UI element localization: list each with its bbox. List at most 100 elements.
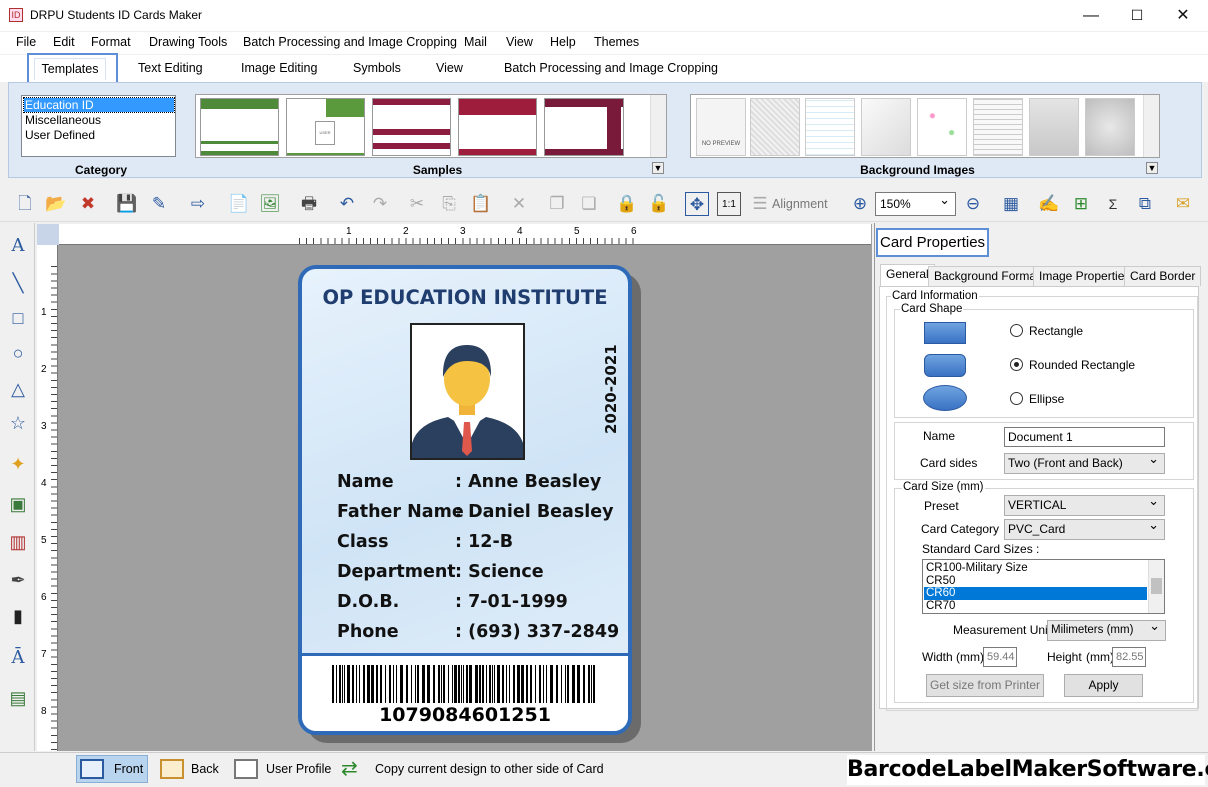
bg-thumb-no-preview[interactable]: NO PREVIEW — [696, 98, 746, 156]
cut-icon[interactable]: ✂ — [405, 192, 429, 216]
field-label-dob[interactable]: D.O.B. — [337, 592, 399, 612]
undo-icon[interactable]: ↶ — [335, 192, 359, 216]
background-scrollbar[interactable] — [1143, 95, 1159, 157]
paste-icon[interactable]: 📋 — [469, 192, 493, 216]
bring-front-icon[interactable]: ❐ — [545, 192, 569, 216]
image-icon[interactable]: 🖼 — [258, 192, 282, 216]
academic-year[interactable]: 2020-2021 — [602, 324, 620, 434]
watermark-tool-icon[interactable]: Ā — [5, 645, 31, 671]
name-input[interactable]: Document 1 — [1004, 427, 1165, 447]
rectangle-tool-icon[interactable]: □ — [5, 305, 31, 331]
close-document-icon[interactable]: ✖ — [76, 192, 100, 216]
unlock-icon[interactable]: 🔓 — [647, 192, 671, 216]
preset-select[interactable]: VERTICAL — [1004, 492, 1165, 516]
signature-tool-icon[interactable]: ✒ — [5, 567, 31, 593]
sample-template-4[interactable] — [458, 98, 537, 156]
rounded-rectangle-radio[interactable] — [1010, 358, 1023, 371]
menu-file[interactable]: File — [16, 35, 36, 49]
samples-scrollbar[interactable] — [650, 95, 666, 157]
bg-thumb-6[interactable] — [973, 98, 1023, 156]
card-sides-select[interactable]: Two (Front and Back) — [1004, 450, 1165, 474]
tab-batch-processing[interactable]: Batch Processing and Image Cropping — [504, 61, 718, 75]
field-label-name[interactable]: Name — [337, 472, 394, 492]
delete-icon[interactable]: ✕ — [507, 192, 531, 216]
sample-template-3[interactable] — [372, 98, 451, 156]
sample-template-2[interactable]: USER PHOTO — [286, 98, 365, 156]
barcode-number[interactable]: 1079084601251 — [302, 704, 628, 726]
send-back-icon[interactable]: ❏ — [577, 192, 601, 216]
menu-batch-processing[interactable]: Batch Processing and Image Cropping — [243, 35, 457, 49]
actual-size-icon[interactable]: 1:1 — [717, 192, 741, 216]
field-value-name[interactable]: : Anne Beasley — [455, 472, 601, 492]
sample-template-1[interactable] — [200, 98, 279, 156]
ellipse-radio[interactable] — [1010, 392, 1023, 405]
maximize-button[interactable]: ☐ — [1114, 0, 1160, 31]
grid-icon[interactable]: ▦ — [999, 192, 1023, 216]
size-item-cr60[interactable]: CR60 — [924, 587, 1147, 600]
menu-mail[interactable]: Mail — [464, 35, 487, 49]
zoom-select[interactable]: 150% — [875, 189, 956, 216]
export-icon[interactable]: ⇨ — [186, 192, 210, 216]
field-value-department[interactable]: : Science — [455, 562, 544, 582]
rounded-rectangle-radio-label[interactable]: Rounded Rectangle — [1029, 358, 1135, 372]
bg-thumb-5[interactable] — [917, 98, 967, 156]
height-input[interactable]: 82.55 — [1112, 647, 1146, 667]
fit-to-window-icon[interactable]: ✥ — [685, 192, 709, 216]
category-item-education-id[interactable]: Education ID — [23, 97, 175, 113]
excel-icon[interactable]: ⊞ — [1069, 192, 1093, 216]
id-card[interactable]: OP EDUCATION INSTITUTE 2020-2021 Name : … — [298, 265, 632, 735]
field-value-phone[interactable]: : (693) 337-2849 — [455, 622, 619, 642]
front-label[interactable]: Front — [114, 755, 143, 783]
print-icon[interactable]: 🖶 — [297, 192, 321, 216]
lock-icon[interactable]: 🔒 — [615, 192, 639, 216]
barcode-image[interactable] — [332, 665, 600, 703]
card-category-select[interactable]: PVC_Card — [1004, 516, 1165, 540]
triangle-tool-icon[interactable]: △ — [5, 376, 31, 402]
minimize-button[interactable]: — — [1068, 0, 1114, 31]
width-input[interactable]: 59.44 — [983, 647, 1017, 667]
rectangle-radio-label[interactable]: Rectangle — [1029, 324, 1083, 338]
shapes-tool-icon[interactable]: ✦ — [5, 451, 31, 477]
batch-icon[interactable]: ✍ — [1037, 192, 1061, 216]
picture-tool-icon[interactable]: ▣ — [5, 491, 31, 517]
alignment-dropdown[interactable]: Alignment — [772, 197, 828, 211]
tab-background-format[interactable]: Background Format — [928, 266, 1046, 286]
field-value-father-name[interactable]: : Daniel Beasley — [455, 502, 614, 522]
sample-template-5[interactable] — [544, 98, 624, 156]
field-value-class[interactable]: : 12-B — [455, 532, 513, 552]
bg-thumb-7[interactable] — [1029, 98, 1079, 156]
save-as-icon[interactable]: ✎ — [147, 192, 171, 216]
field-label-class[interactable]: Class — [337, 532, 388, 552]
bg-thumb-2[interactable] — [750, 98, 800, 156]
line-tool-icon[interactable]: ╲ — [5, 270, 31, 296]
rectangle-radio[interactable] — [1010, 324, 1023, 337]
field-label-department[interactable]: Department — [337, 562, 456, 582]
sizes-scrollbar[interactable] — [1148, 560, 1164, 613]
barcode-tool-icon[interactable]: ▮ — [5, 603, 31, 629]
field-label-father-name[interactable]: Father Name — [337, 502, 464, 522]
size-item-cr70[interactable]: CR70 — [926, 600, 955, 612]
bg-thumb-4[interactable] — [861, 98, 911, 156]
tab-templates[interactable]: Templates — [34, 58, 106, 80]
field-value-dob[interactable]: : 7-01-1999 — [455, 592, 568, 612]
tab-card-border[interactable]: Card Border — [1124, 266, 1202, 286]
category-item-miscellaneous[interactable]: Miscellaneous — [24, 113, 174, 127]
menu-help[interactable]: Help — [550, 35, 576, 49]
size-item-cr50[interactable]: CR50 — [926, 575, 955, 587]
alignment-icon[interactable]: ☰ — [748, 192, 772, 216]
copy-icon[interactable]: ⎘ — [437, 192, 461, 216]
properties-icon[interactable]: 📄 — [227, 192, 251, 216]
standard-sizes-list[interactable]: CR100-Military Size CR50 CR60 CR70 — [922, 559, 1165, 614]
get-size-from-printer-button[interactable]: Get size from Printer — [926, 674, 1044, 697]
tab-view[interactable]: View — [436, 61, 463, 75]
open-icon[interactable]: 📂 — [44, 192, 68, 216]
ellipse-radio-label[interactable]: Ellipse — [1029, 392, 1064, 406]
tab-image-editing[interactable]: Image Editing — [241, 61, 317, 75]
bg-thumb-8[interactable] — [1085, 98, 1135, 156]
menu-format[interactable]: Format — [91, 35, 131, 49]
text-tool-icon[interactable]: A — [5, 233, 31, 259]
tab-text-editing[interactable]: Text Editing — [138, 61, 203, 75]
menu-drawing-tools[interactable]: Drawing Tools — [149, 35, 227, 49]
mail-icon[interactable]: ✉ — [1171, 192, 1195, 216]
close-button[interactable]: ✕ — [1160, 0, 1206, 31]
